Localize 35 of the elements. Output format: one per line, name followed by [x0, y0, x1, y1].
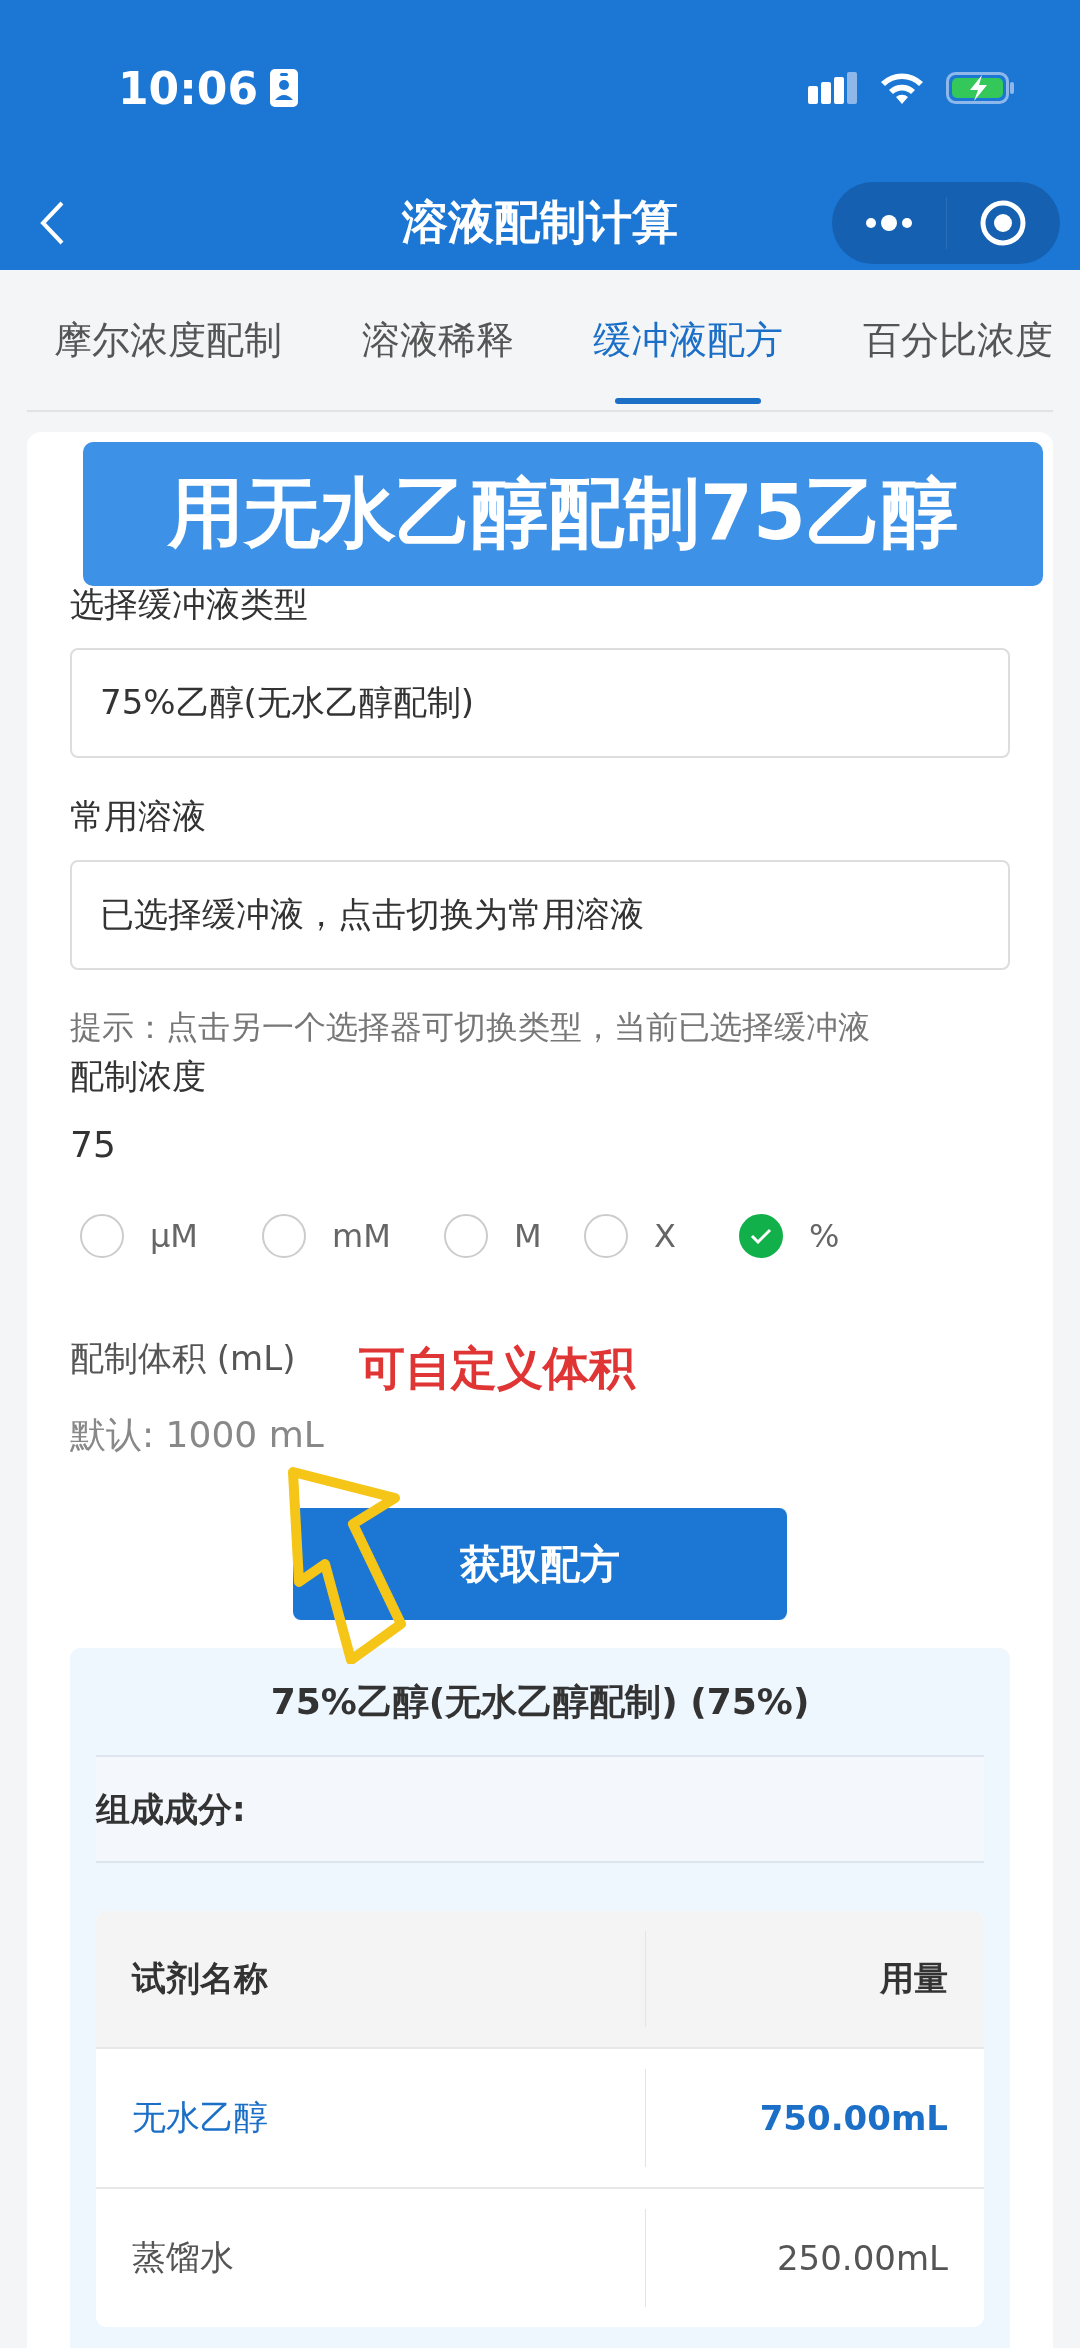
table-cell-text: 750.00mL — [758, 2097, 949, 2140]
id-card-icon — [270, 69, 299, 107]
column-header: 试剂名称 — [96, 1931, 646, 2027]
concentration-input[interactable]: 75 — [70, 1114, 370, 1174]
unit-radio[interactable]: mM — [262, 1214, 444, 1258]
unit-radio[interactable]: % — [739, 1214, 921, 1258]
unit-radio[interactable]: µM — [80, 1214, 262, 1258]
overlay-banner: 用无水乙醇配制75乙醇 — [83, 442, 1043, 586]
back-icon[interactable] — [40, 201, 64, 245]
unit-radio[interactable]: M — [444, 1214, 584, 1258]
tab[interactable]: 溶液稀释 — [361, 270, 514, 410]
hint-text: 提示：点击另一个选择器可切换类型，当前已选择缓冲液 — [70, 1007, 871, 1048]
get-recipe-button[interactable]: 获取配方 — [293, 1508, 787, 1620]
field-label: 配制体积 (mL) — [70, 1337, 296, 1380]
battery-charging-icon — [946, 70, 1016, 106]
page-title: 溶液配制计算 — [402, 195, 678, 249]
section-heading: 组成成分: — [96, 1757, 984, 1861]
tab[interactable]: 摩尔浓度配制 — [54, 270, 282, 410]
table-cell: 蒸馏水 — [96, 2209, 646, 2307]
field-label: 常用溶液 — [70, 795, 207, 838]
tab[interactable]: 百分比浓度 — [862, 270, 1053, 410]
volume-input[interactable]: 默认: 1000 mL — [70, 1406, 470, 1462]
common-solution-picker[interactable]: 已选择缓冲液，点击切换为常用溶液 — [70, 860, 1010, 970]
unit-radio[interactable]: X — [584, 1214, 739, 1258]
tab[interactable]: 缓冲液配方 — [593, 270, 784, 410]
result-title: 75%乙醇(无水乙醇配制) (75%) — [269, 1680, 811, 1724]
column-header: 用量 — [879, 1957, 949, 2000]
buffer-type-picker[interactable]: 75%乙醇(无水乙醇配制) — [70, 648, 1010, 758]
table-cell: 无水乙醇 — [96, 2069, 646, 2167]
signal-icon — [808, 72, 858, 104]
status-time: 10:06 — [118, 62, 259, 114]
field-label: 选择缓冲液类型 — [70, 583, 309, 626]
annotation-text: 可自定义体积 — [359, 1340, 636, 1397]
table-cell-text: 250.00mL — [775, 2237, 949, 2280]
field-label: 配制浓度 — [70, 1055, 207, 1098]
